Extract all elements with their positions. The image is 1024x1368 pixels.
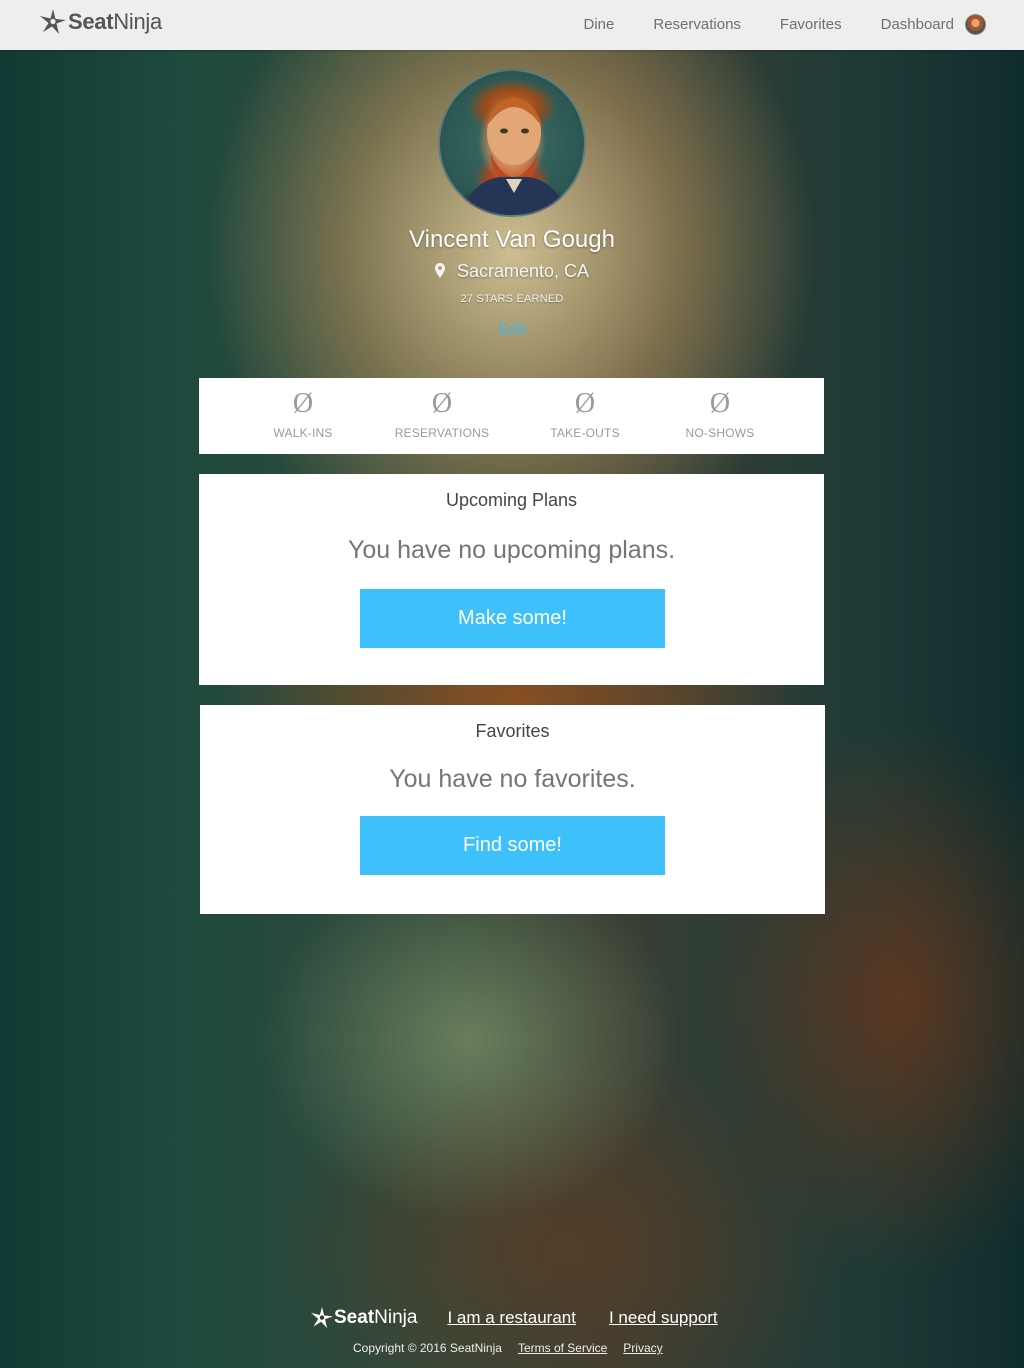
footer-link-restaurant[interactable]: I am a restaurant bbox=[447, 1308, 576, 1328]
nav-link-reservations[interactable]: Reservations bbox=[653, 16, 741, 33]
nav-link-dashboard[interactable]: Dashboard bbox=[881, 16, 954, 33]
favorites-title: Favorites bbox=[475, 721, 550, 741]
upcoming-plans-message: You have no upcoming plans. bbox=[347, 536, 676, 564]
stat-label: RESERVATIONS bbox=[394, 426, 490, 440]
make-some-button[interactable]: Make some! bbox=[360, 589, 665, 648]
profile-location: Sacramento, CA bbox=[0, 261, 1024, 282]
ninja-star-icon bbox=[311, 1307, 333, 1329]
stat-value: Ø bbox=[574, 388, 596, 419]
nav-links: Dine Reservations Favorites Dashboard bbox=[545, 0, 986, 48]
upcoming-plans-card: Upcoming Plans You have no upcoming plan… bbox=[199, 474, 824, 685]
privacy-link[interactable]: Privacy bbox=[623, 1341, 662, 1355]
footer-brand-logo[interactable]: SeatNinja bbox=[311, 1307, 417, 1329]
brand-name: SeatNinja bbox=[68, 9, 162, 34]
stats-card: Ø WALK-INS Ø RESERVATIONS Ø TAKE-OUTS Ø … bbox=[199, 378, 824, 454]
ninja-star-icon bbox=[40, 9, 66, 34]
stat-value: Ø bbox=[431, 388, 453, 419]
stat-take-outs: Ø TAKE-OUTS bbox=[525, 378, 645, 441]
stars-earned: 27 STARS EARNED bbox=[460, 293, 564, 305]
map-pin-icon bbox=[434, 263, 445, 278]
favorites-card: Favorites You have no favorites. Find so… bbox=[200, 705, 825, 914]
nav-link-dine[interactable]: Dine bbox=[584, 16, 615, 33]
footer-link-support[interactable]: I need support bbox=[609, 1308, 718, 1328]
portrait-image bbox=[461, 97, 567, 215]
stat-no-shows: Ø NO-SHOWS bbox=[660, 378, 780, 441]
copyright-text: Copyright © 2016 SeatNinja bbox=[353, 1341, 502, 1355]
nav-link-favorites[interactable]: Favorites bbox=[780, 16, 842, 33]
upcoming-plans-title: Upcoming Plans bbox=[445, 490, 578, 510]
footer-bottom: Copyright © 2016 SeatNinja Terms of Serv… bbox=[353, 1341, 663, 1355]
footer-brand-name: SeatNinja bbox=[334, 1307, 418, 1328]
stat-label: NO-SHOWS bbox=[685, 426, 755, 440]
edit-profile-link[interactable]: Edit bbox=[0, 321, 1024, 339]
stat-label: WALK-INS bbox=[273, 426, 333, 440]
stat-walk-ins: Ø WALK-INS bbox=[243, 378, 363, 441]
stat-reservations: Ø RESERVATIONS bbox=[382, 378, 502, 441]
terms-of-service-link[interactable]: Terms of Service bbox=[518, 1341, 607, 1355]
find-some-button[interactable]: Find some! bbox=[360, 816, 665, 875]
favorites-message: You have no favorites. bbox=[389, 765, 636, 793]
stat-value: Ø bbox=[709, 388, 731, 419]
profile-photo bbox=[438, 69, 586, 217]
footer: SeatNinja I am a restaurant I need suppo… bbox=[311, 1303, 718, 1333]
stat-label: TAKE-OUTS bbox=[550, 426, 620, 440]
stat-value: Ø bbox=[292, 388, 314, 419]
brand-logo[interactable]: SeatNinja bbox=[40, 6, 162, 38]
top-navbar: SeatNinja Dine Reservations Favorites Da… bbox=[0, 0, 1024, 50]
profile-name: Vincent Van Gough bbox=[409, 226, 615, 253]
location-text: Sacramento, CA bbox=[456, 261, 590, 281]
user-avatar[interactable] bbox=[965, 13, 986, 35]
